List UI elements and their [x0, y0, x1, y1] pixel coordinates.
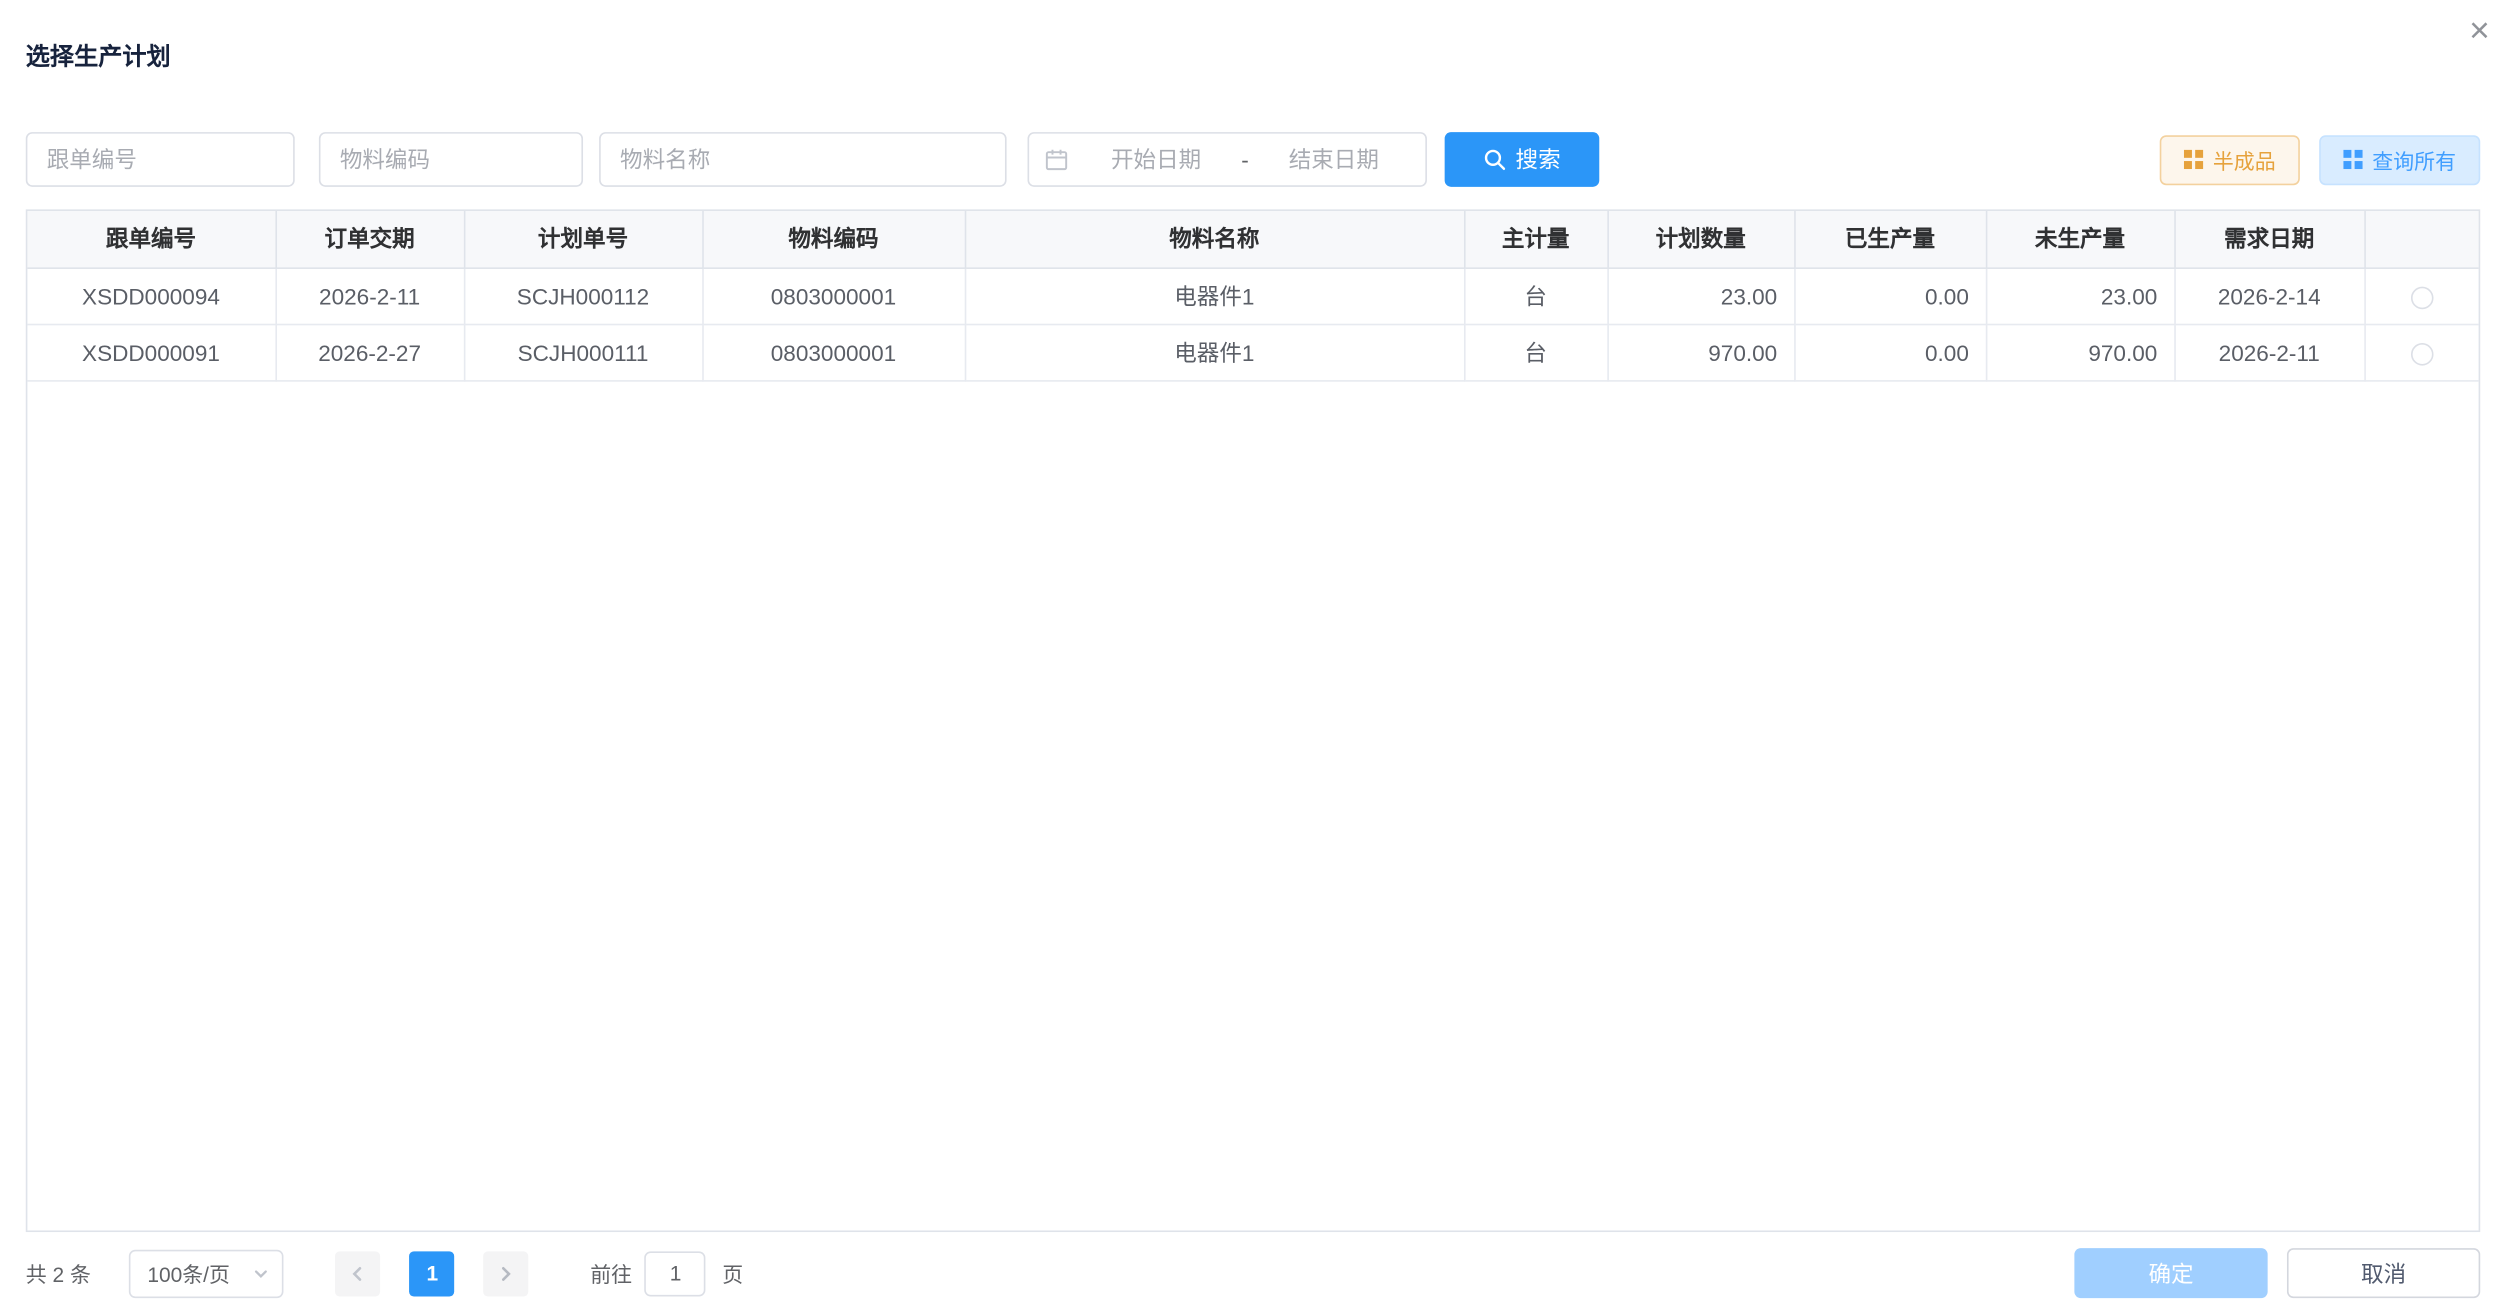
search-icon [1483, 148, 1506, 171]
search-button[interactable]: 搜索 [1445, 132, 1600, 187]
cell-material-name: 电器件1 [965, 324, 1464, 380]
cell-select [2364, 324, 2478, 380]
confirm-button[interactable]: 确定 [2074, 1248, 2267, 1298]
col-order-no: 跟单编号 [27, 211, 275, 267]
col-plan-qty: 计划数量 [1607, 211, 1794, 267]
query-all-label: 查询所有 [2372, 144, 2456, 175]
goto-label: 前往 [590, 1258, 632, 1289]
material-code-input[interactable] [319, 132, 583, 187]
cell-demand-date: 2026-2-14 [2174, 267, 2364, 323]
cell-plan-qty: 970.00 [1607, 324, 1794, 380]
row-radio[interactable] [2411, 286, 2434, 309]
table-row[interactable]: XSDD000094 2026-2-11 SCJH000112 08030000… [27, 267, 2478, 323]
table-header: 跟单编号 订单交期 计划单号 物料编码 物料名称 主计量 计划数量 已生产量 未… [27, 211, 2478, 267]
calendar-icon [1045, 148, 1068, 171]
grid-icon [2184, 150, 2203, 169]
production-plan-table: 跟单编号 订单交期 计划单号 物料编码 物料名称 主计量 计划数量 已生产量 未… [26, 209, 2480, 1232]
cell-demand-date: 2026-2-11 [2174, 324, 2364, 380]
cell-unit: 台 [1464, 324, 1607, 380]
semi-finished-label: 半成品 [2213, 144, 2276, 175]
col-unit: 主计量 [1464, 211, 1607, 267]
col-order-date: 订单交期 [275, 211, 463, 267]
dialog-header: 选择生产计划 × [0, 0, 2506, 74]
chevron-right-icon [498, 1265, 514, 1281]
cell-order-no: XSDD000091 [27, 324, 275, 380]
cell-order-no: XSDD000094 [27, 267, 275, 323]
cell-material-name: 电器件1 [965, 267, 1464, 323]
cell-unproduced-qty: 970.00 [1986, 324, 2174, 380]
cancel-button[interactable]: 取消 [2287, 1248, 2480, 1298]
col-demand-date: 需求日期 [2174, 211, 2364, 267]
cell-unit: 台 [1464, 267, 1607, 323]
prev-page-button[interactable] [336, 1251, 381, 1296]
date-end-placeholder: 结束日期 [1258, 143, 1409, 175]
cell-material-code: 0803000001 [702, 324, 965, 380]
col-material-code: 物料编码 [702, 211, 965, 267]
chevron-down-icon [254, 1265, 270, 1281]
dialog-title: 选择生产计划 [26, 43, 171, 70]
pagination-total: 共 2 条 [26, 1258, 91, 1289]
col-select [2364, 211, 2478, 267]
goto-page-input[interactable] [645, 1251, 706, 1296]
cell-plan-qty: 23.00 [1607, 267, 1794, 323]
table-row[interactable]: XSDD000091 2026-2-27 SCJH000111 08030000… [27, 324, 2478, 380]
query-all-button[interactable]: 查询所有 [2319, 134, 2480, 184]
footer-bar: 共 2 条 100条/页 1 前往 页 确定 取消 [0, 1232, 2506, 1314]
next-page-button[interactable] [484, 1251, 529, 1296]
filter-bar: 开始日期 - 结束日期 搜索 半成品 查询所有 [0, 132, 2506, 187]
col-produced-qty: 已生产量 [1794, 211, 1986, 267]
cell-unproduced-qty: 23.00 [1986, 267, 2174, 323]
row-radio[interactable] [2411, 342, 2434, 365]
page-size-select[interactable]: 100条/页 [130, 1249, 285, 1297]
date-range-picker[interactable]: 开始日期 - 结束日期 [1028, 132, 1427, 187]
chevron-left-icon [350, 1265, 366, 1281]
cell-order-date: 2026-2-11 [275, 267, 463, 323]
order-no-input[interactable] [26, 132, 295, 187]
select-production-plan-dialog: 选择生产计划 × 开始日期 - 结束日期 搜 [0, 0, 2506, 1314]
cell-plan-no: SCJH000111 [464, 324, 702, 380]
cell-plan-no: SCJH000112 [464, 267, 702, 323]
date-start-placeholder: 开始日期 [1081, 143, 1232, 175]
search-button-label: 搜索 [1516, 143, 1561, 175]
cell-order-date: 2026-2-27 [275, 324, 463, 380]
date-separator: - [1232, 147, 1259, 173]
cell-material-code: 0803000001 [702, 267, 965, 323]
col-material-name: 物料名称 [965, 211, 1464, 267]
page-unit-label: 页 [722, 1258, 743, 1289]
col-plan-no: 计划单号 [464, 211, 702, 267]
page-size-value: 100条/页 [147, 1258, 230, 1289]
grid-icon [2343, 150, 2362, 169]
material-name-input[interactable] [599, 132, 1006, 187]
cell-produced-qty: 0.00 [1794, 267, 1986, 323]
semi-finished-button[interactable]: 半成品 [2160, 134, 2300, 184]
cell-select [2364, 267, 2478, 323]
col-unproduced-qty: 未生产量 [1986, 211, 2174, 267]
page-number-button[interactable]: 1 [410, 1251, 455, 1296]
close-icon[interactable]: × [2469, 13, 2490, 48]
cell-produced-qty: 0.00 [1794, 324, 1986, 380]
